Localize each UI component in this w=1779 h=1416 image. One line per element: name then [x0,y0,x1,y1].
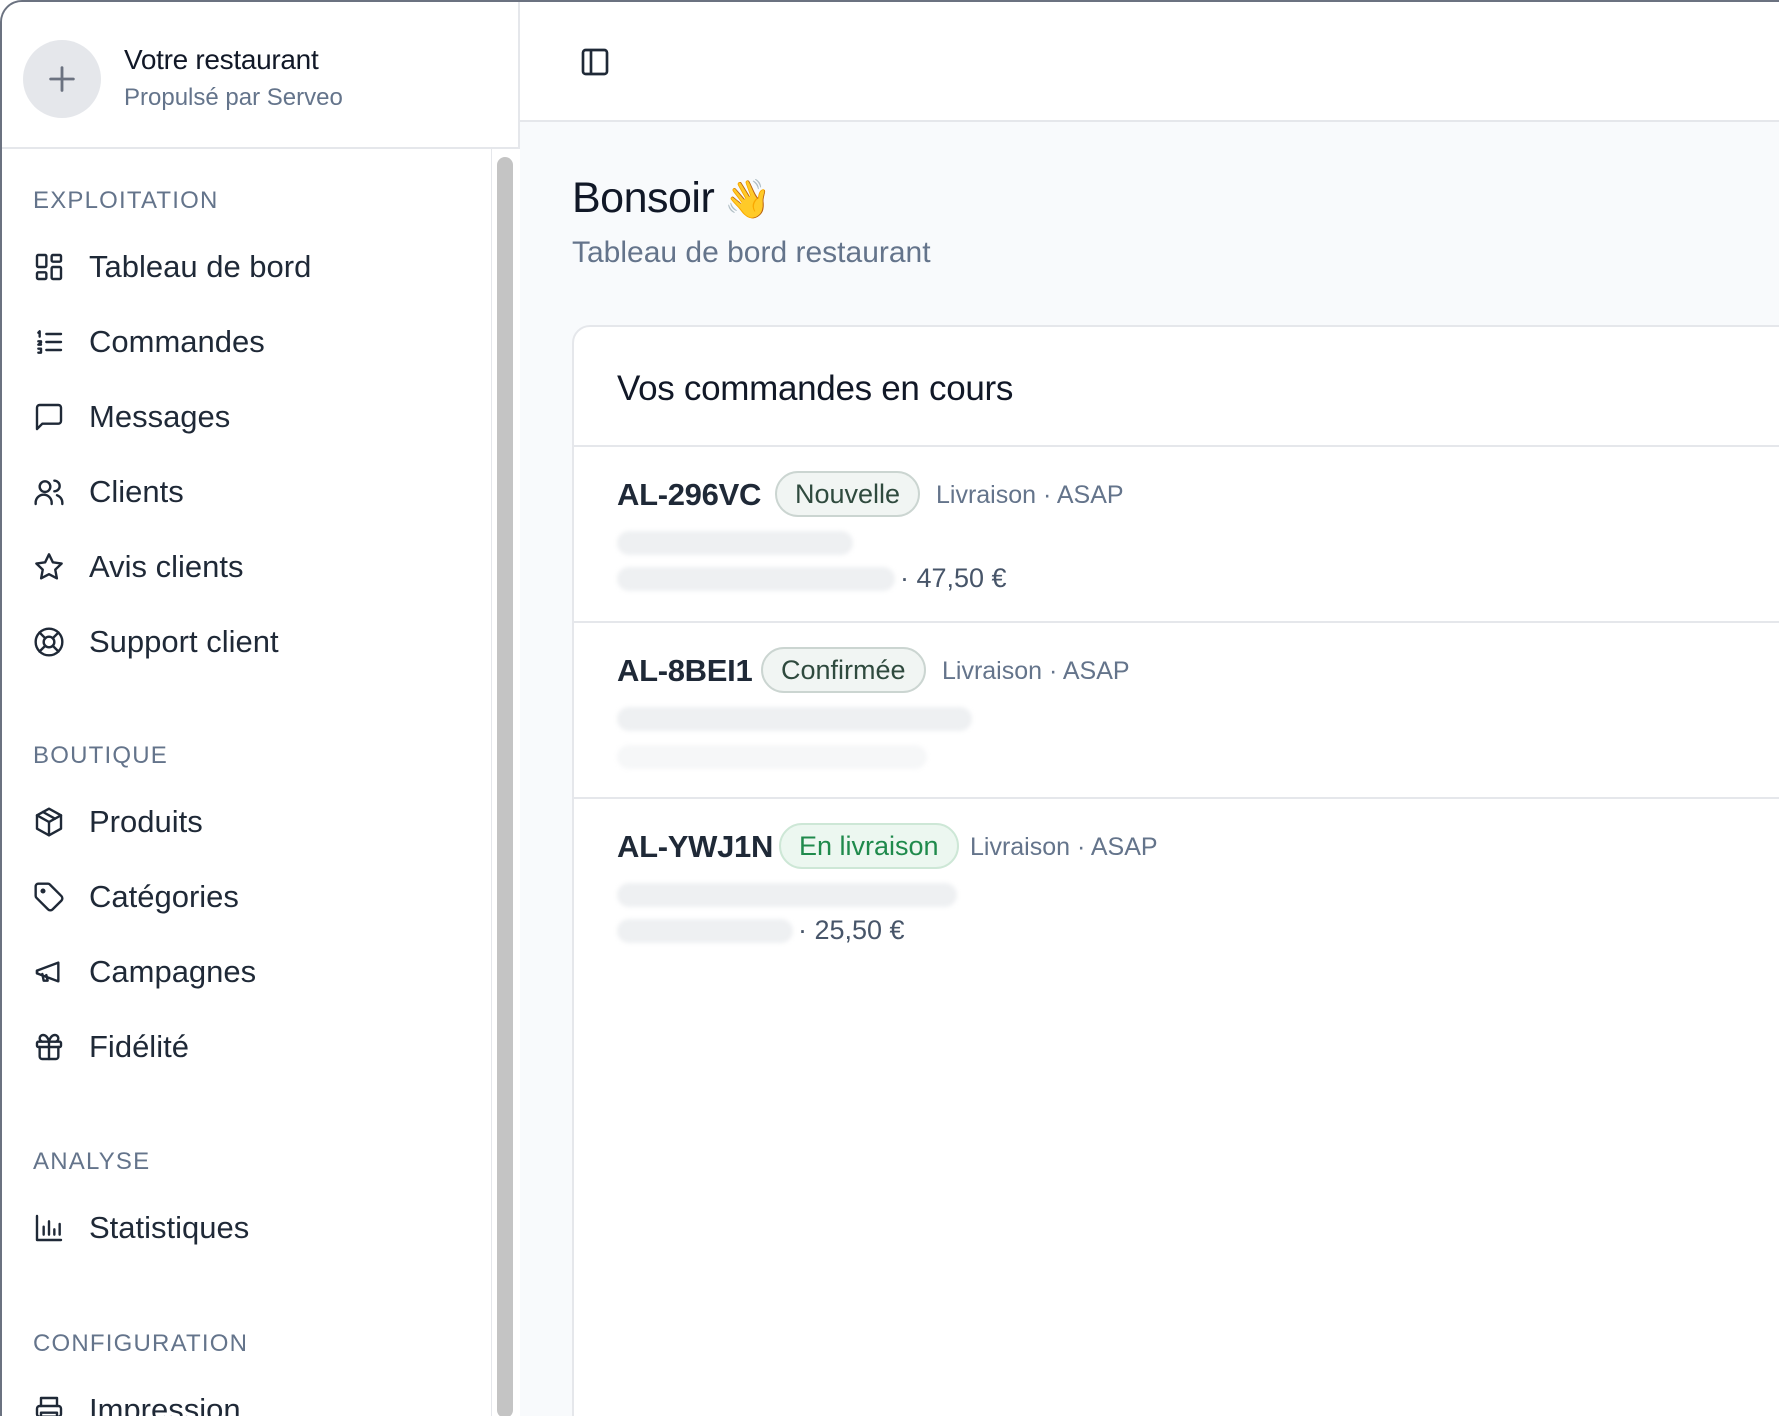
page-subtitle: Tableau de bord restaurant [572,236,931,269]
printer-icon [31,1392,67,1416]
order-total: · 25,50 € [798,915,905,945]
sidebar-item-label: Campagnes [89,954,257,989]
lifebuoy-icon [31,624,67,660]
megaphone-icon [31,954,67,990]
sidebar-item-support-client[interactable]: Support client [20,612,470,672]
brand-header: Votre restaurant Propulsé par Serveo [2,2,520,149]
redacted-order-items [617,919,793,943]
users-icon [31,474,67,510]
current-orders-card: Vos commandes en cours AL-296VC Nouvelle… [572,325,1779,1416]
sidebar-toggle-button[interactable] [575,42,615,82]
sidebar-item-label: Catégories [89,879,239,914]
sidebar-item-fidelite[interactable]: Fidélité [20,1017,470,1077]
gift-icon [31,1029,67,1065]
restaurant-name: Votre restaurant [124,44,319,75]
waving-hand-emoji: 👋 [724,179,772,221]
redacted-customer-name [617,883,957,907]
sidebar-item-label: Clients [89,474,184,509]
redacted-order-items [617,567,895,591]
sidebar-scrollbar-thumb[interactable] [497,157,513,1416]
sidebar-item-label: Tableau de bord [89,249,312,284]
sidebar-item-label: Produits [89,804,203,839]
sidebar-item-campagnes[interactable]: Campagnes [20,942,470,1002]
sidebar-nav: EXPLOITATION Tableau de bord Commandes M… [2,149,488,1416]
sidebar-item-clients[interactable]: Clients [20,462,470,522]
sidebar-item-label: Commandes [89,324,265,359]
card-title: Vos commandes en cours [617,369,1014,408]
greeting-text: Bonsoir [572,174,715,222]
sidebar-item-tableau-de-bord[interactable]: Tableau de bord [20,237,470,297]
order-meta: Livraison · ASAP [942,657,1130,685]
redacted-order-items [617,745,927,769]
redacted-customer-name [617,531,853,555]
order-total: · 47,50 € [900,563,1007,593]
section-title-boutique: BOUTIQUE [33,742,168,769]
add-logo-button[interactable] [23,40,101,118]
star-icon [31,549,67,585]
order-id: AL-8BEI1 [617,653,753,688]
sidebar-item-label: Messages [89,399,231,434]
order-row[interactable]: AL-296VC Nouvelle Livraison · ASAP · 47,… [574,447,1779,621]
bar-chart-icon [31,1210,67,1246]
sidebar: Votre restaurant Propulsé par Serveo EXP… [2,2,520,1416]
dashboard-grid-icon [31,249,67,285]
sidebar-item-label: Statistiques [89,1210,250,1245]
sidebar-item-label: Support client [89,624,279,659]
status-badge: Nouvelle [775,471,921,517]
sidebar-item-label: Impression [89,1392,241,1416]
section-title-exploitation: EXPLOITATION [33,187,219,214]
order-meta: Livraison · ASAP [970,833,1158,861]
tag-icon [31,879,67,915]
sidebar-item-categories[interactable]: Catégories [20,867,470,927]
package-icon [31,804,67,840]
sidebar-item-label: Avis clients [89,549,244,584]
sidebar-item-statistiques[interactable]: Statistiques [20,1198,470,1258]
status-badge: En livraison [779,823,959,869]
redacted-customer-name [617,707,972,731]
sidebar-item-messages[interactable]: Messages [20,387,470,447]
order-meta: Livraison · ASAP [936,481,1124,509]
order-row[interactable]: AL-YWJ1N En livraison Livraison · ASAP ·… [574,799,1779,973]
main-content: Bonsoir 👋 Tableau de bord restaurant Vos … [520,2,1779,1416]
page-title: Bonsoir 👋 [572,174,772,223]
app-window: Votre restaurant Propulsé par Serveo EXP… [0,0,1779,1416]
brand-tagline: Propulsé par Serveo [124,84,343,111]
sidebar-item-produits[interactable]: Produits [20,792,470,852]
sidebar-item-impression[interactable]: Impression [20,1380,470,1416]
sidebar-toggle-icon [581,48,609,76]
plus-icon [49,66,75,92]
chat-bubble-icon [31,399,67,435]
section-title-configuration: CONFIGURATION [33,1330,249,1357]
top-bar [520,2,1779,122]
list-ordered-icon [31,324,67,360]
order-id: AL-YWJ1N [617,829,774,864]
sidebar-item-avis-clients[interactable]: Avis clients [20,537,470,597]
section-title-analyse: ANALYSE [33,1148,151,1175]
status-badge: Confirmée [761,647,926,693]
sidebar-item-commandes[interactable]: Commandes [20,312,470,372]
order-id: AL-296VC [617,477,762,512]
sidebar-item-label: Fidélité [89,1029,189,1064]
order-row[interactable]: AL-8BEI1 Confirmée Livraison · ASAP [574,623,1779,797]
